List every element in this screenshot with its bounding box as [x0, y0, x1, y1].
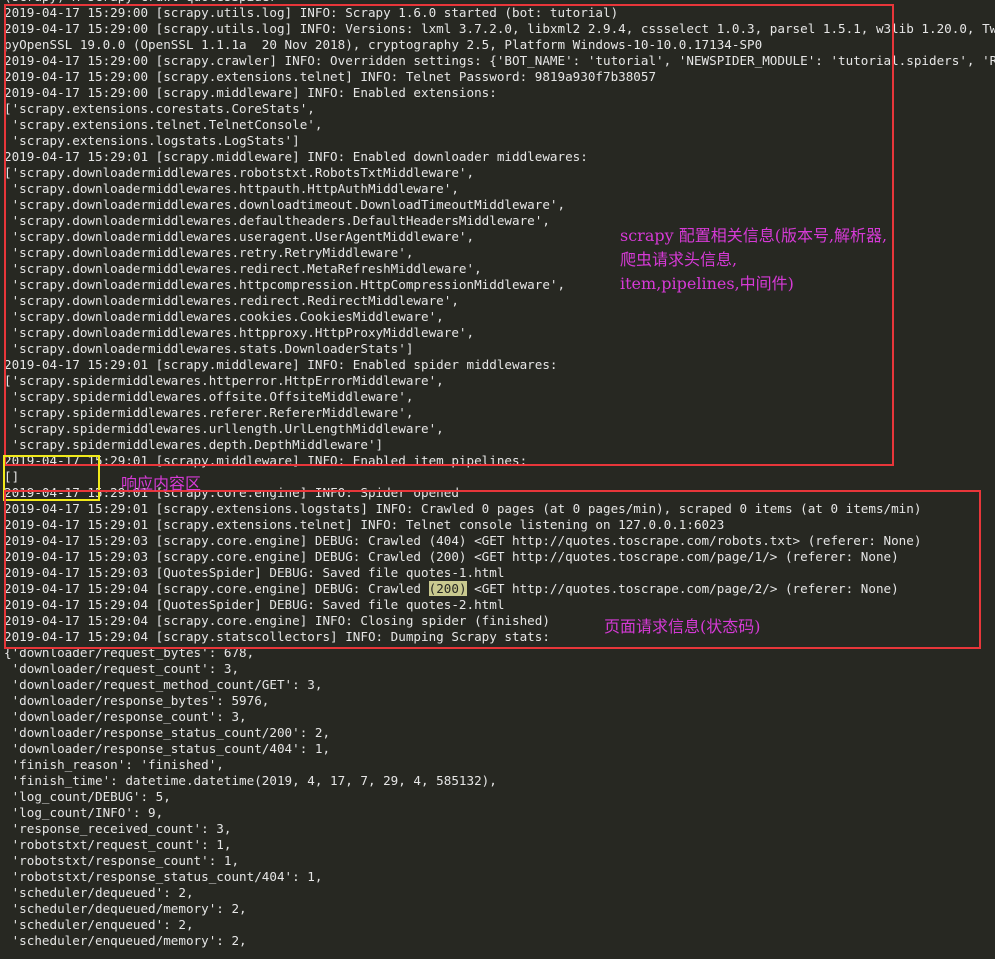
log-line: 'finish_reason': 'finished', [4, 757, 224, 772]
config-info-label: scrapy 配置相关信息(版本号,解析器, 爬虫请求头信息, item,pip… [620, 226, 888, 293]
log-line: 'scheduler/enqueued/memory': 2, [4, 933, 247, 948]
log-line: 'robotstxt/response_status_count/404': 1… [4, 869, 323, 884]
page-request-label: 页面请求信息(状态码) [604, 617, 761, 636]
log-line: 'downloader/response_status_count/404': … [4, 741, 331, 756]
log-line: 'downloader/request_method_count/GET': 3… [4, 677, 323, 692]
log-line: 'log_count/DEBUG': 5, [4, 789, 171, 804]
log-line: 'scheduler/dequeued/memory': 2, [4, 901, 247, 916]
log-line: 'robotstxt/response_count': 1, [4, 853, 240, 868]
log-line: 'downloader/response_count': 3, [4, 709, 247, 724]
log-line: 'downloader/response_status_count/200': … [4, 725, 331, 740]
response-content-label: 响应内容区 [121, 474, 202, 493]
log-line: 'scheduler/enqueued': 2, [4, 917, 194, 932]
page-request-box [4, 490, 981, 649]
log-line: 'downloader/response_bytes': 5976, [4, 693, 270, 708]
log-line: 'scheduler/dequeued': 2, [4, 885, 194, 900]
log-line: 'finish_time': datetime.datetime(2019, 4… [4, 773, 497, 788]
log-line: 'response_received_count': 3, [4, 821, 232, 836]
log-line: 'downloader/request_count': 3, [4, 661, 240, 676]
log-line: 'robotstxt/request_count': 1, [4, 837, 232, 852]
log-line: 'log_count/INFO': 9, [4, 805, 164, 820]
